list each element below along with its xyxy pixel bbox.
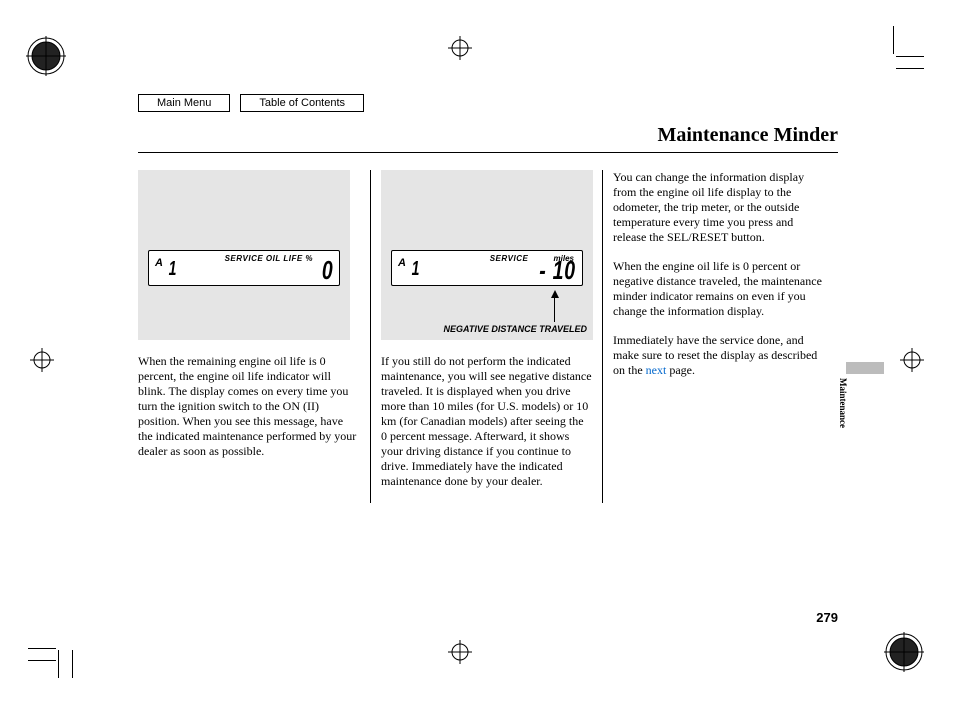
- figure-caption: NEGATIVE DISTANCE TRAVELED: [381, 324, 587, 334]
- oil-life-zero-figure: A 1 SERVICE OIL LIFE % 0: [138, 170, 350, 340]
- section-tab-label: Maintenance: [838, 378, 848, 428]
- lcd-display: A 1 SERVICE miles - 10: [391, 250, 583, 286]
- crop-mark: [58, 650, 59, 678]
- lcd-prefix-letter: A: [398, 257, 407, 269]
- crop-mark: [896, 68, 924, 69]
- section-tab: [846, 362, 884, 374]
- body-text: If you still do not perform the indicate…: [381, 354, 592, 489]
- body-text: You can change the information display f…: [613, 170, 824, 245]
- body-text-fragment: Immediately have the service done, and m…: [613, 333, 817, 377]
- registration-mark-icon: [900, 348, 954, 408]
- lcd-display: A 1 SERVICE OIL LIFE % 0: [148, 250, 340, 286]
- page-title: Maintenance Minder: [657, 124, 838, 147]
- table-of-contents-button[interactable]: Table of Contents: [240, 94, 364, 112]
- arrow-up-icon: [551, 290, 559, 298]
- crop-mark: [72, 650, 73, 678]
- content-columns: A 1 SERVICE OIL LIFE % 0 When the remain…: [138, 170, 838, 503]
- body-text: When the remaining engine oil life is 0 …: [138, 354, 360, 459]
- registration-mark-icon: [30, 348, 90, 408]
- lcd-prefix-num: 1: [412, 258, 420, 281]
- crop-mark: [893, 26, 894, 54]
- nav-bar: Main Menu Table of Contents: [138, 94, 364, 112]
- negative-distance-figure: A 1 SERVICE miles - 10 NEGATIVE DISTANCE…: [381, 170, 593, 340]
- body-text-fragment: page.: [666, 363, 695, 377]
- lcd-value: 0: [321, 255, 333, 286]
- column-3: You can change the information display f…: [602, 170, 824, 503]
- arrow-line: [554, 298, 555, 322]
- column-1: A 1 SERVICE OIL LIFE % 0 When the remain…: [138, 170, 360, 503]
- body-text: Immediately have the service done, and m…: [613, 333, 824, 378]
- registration-mark-icon: [884, 632, 944, 692]
- registration-mark-icon: [448, 640, 508, 700]
- registration-mark-icon: [26, 36, 86, 96]
- page-number: 279: [816, 610, 838, 625]
- registration-mark-icon: [448, 36, 508, 96]
- lcd-value: - 10: [539, 255, 576, 286]
- column-2: A 1 SERVICE miles - 10 NEGATIVE DISTANCE…: [370, 170, 592, 503]
- main-menu-button[interactable]: Main Menu: [138, 94, 230, 112]
- crop-mark: [28, 660, 56, 661]
- crop-mark: [28, 648, 56, 649]
- lcd-label: SERVICE OIL LIFE %: [199, 254, 313, 263]
- title-rule: [138, 152, 838, 153]
- lcd-prefix-num: 1: [169, 258, 177, 281]
- lcd-prefix-letter: A: [155, 257, 164, 269]
- next-page-link[interactable]: next: [646, 363, 667, 377]
- crop-mark: [896, 56, 924, 57]
- body-text: When the engine oil life is 0 percent or…: [613, 259, 824, 319]
